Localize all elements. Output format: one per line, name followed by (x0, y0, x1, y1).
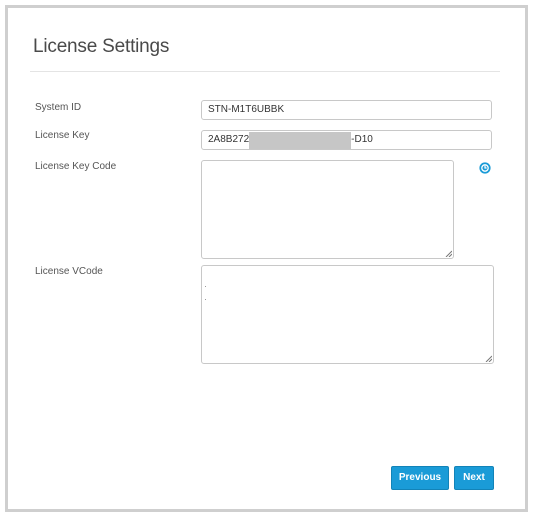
previous-button[interactable]: Previous (391, 466, 449, 490)
license-vcode-label: License VCode (35, 266, 103, 277)
license-key-code-label: License Key Code (35, 161, 117, 172)
next-button[interactable]: Next (454, 466, 494, 490)
license-key-code-textarea[interactable] (201, 160, 454, 259)
info-circle-icon[interactable] (479, 162, 491, 174)
resize-handle[interactable] (485, 355, 492, 362)
license-key-prefix: 2A8B272 (208, 134, 250, 145)
redaction-block (249, 132, 352, 149)
license-key-field[interactable]: 2A8B272 -D10 (201, 130, 492, 150)
license-settings-panel: License Settings System ID STN-M1T6UBBK … (5, 5, 528, 512)
page-title: License Settings (33, 36, 170, 57)
system-id-field[interactable]: STN-M1T6UBBK (201, 100, 492, 120)
license-vcode-textarea[interactable] (201, 265, 494, 364)
cursor-mark (205, 286, 206, 287)
resize-handle[interactable] (445, 250, 452, 257)
license-key-suffix: -D10 (351, 134, 373, 145)
license-key-label: License Key (35, 130, 90, 141)
cursor-mark (205, 299, 206, 300)
title-divider (30, 71, 500, 72)
system-id-label: System ID (35, 102, 82, 113)
system-id-value: STN-M1T6UBBK (208, 104, 285, 115)
